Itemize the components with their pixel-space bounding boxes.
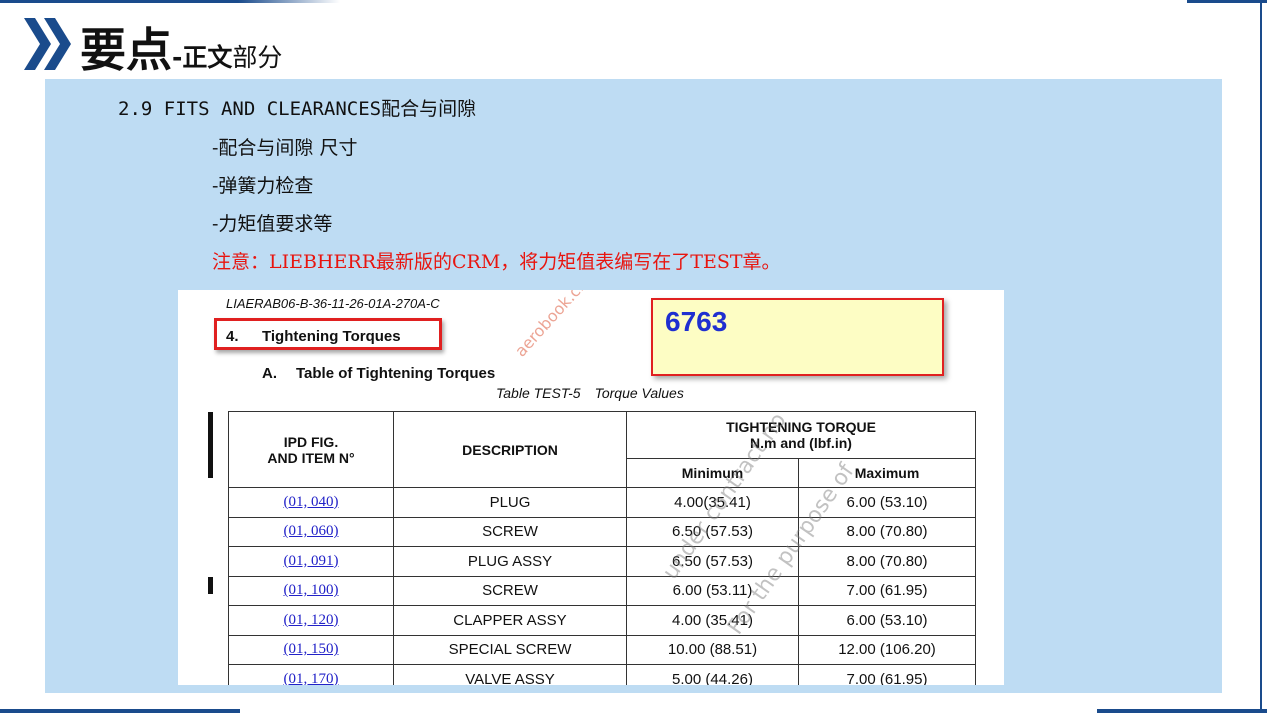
warning-note: 注意：LIEBHERR最新版的CRM，将力矩值表编写在了TEST章。: [212, 251, 781, 273]
header-ipd-line2: AND ITEM N°: [267, 449, 355, 466]
header-ipd-line1: IPD FIG.: [283, 433, 339, 450]
slide-title: 要点-正文部分: [80, 14, 282, 80]
minimum-cell: 4.00 (35.41): [626, 605, 799, 636]
minimum-cell: 5.00 (44.26): [626, 664, 799, 685]
minimum-cell: 10.00 (88.51): [626, 634, 799, 665]
title-sub-rest: 部分: [232, 43, 283, 72]
description-cell: SCREW: [393, 575, 627, 606]
section-number: 4.: [226, 328, 239, 345]
header-description: DESCRIPTION: [393, 411, 627, 488]
subsection-title: Table of Tightening Torques: [296, 365, 496, 382]
revision-bar: [208, 412, 213, 478]
header-ipd: IPD FIG. AND ITEM N°: [228, 411, 394, 488]
minimum-cell: 6.50 (57.53): [626, 546, 799, 577]
caption-title: Torque Values: [594, 385, 684, 401]
minimum-cell: 6.50 (57.53): [626, 516, 799, 547]
description-cell: SCREW: [393, 516, 627, 547]
description-cell: CLAPPER ASSY: [393, 605, 627, 636]
revision-bar: [208, 577, 213, 594]
bullet-item: -配合与间隙 尺寸: [212, 137, 358, 159]
maximum-cell: 6.00 (53.10): [798, 487, 976, 518]
ipd-item-link[interactable]: (01, 060): [228, 516, 394, 547]
subsection-letter: A.: [262, 365, 277, 382]
title-sub: -正文: [172, 43, 233, 72]
ipd-item-link[interactable]: (01, 091): [228, 546, 394, 577]
bottom-accent-line-left: [0, 709, 240, 713]
section-heading: 2.9 FITS AND CLEARANCES配合与间隙: [118, 94, 476, 121]
manual-excerpt-image: LIAERAB06-B-36-11-26-01A-270A-C 4. Tight…: [178, 290, 1004, 685]
torque-table: IPD FIG. AND ITEM N° DESCRIPTION TIGHTEN…: [228, 411, 976, 685]
table-row: (01, 091) PLUG ASSY 6.50 (57.53) 8.00 (7…: [228, 546, 976, 577]
right-border-line: [1260, 0, 1262, 713]
ipd-item-link[interactable]: (01, 120): [228, 605, 394, 636]
top-accent-line: [0, 0, 340, 3]
sticky-note: 6763: [651, 298, 944, 376]
table-row: (01, 100) SCREW 6.00 (53.11) 7.00 (61.95…: [228, 575, 976, 606]
section-heading-latin: 2.9 FITS AND CLEARANCES: [118, 98, 382, 120]
table-caption: Table TEST-5 Torque Values: [496, 385, 698, 401]
watermark-text: aerobook.cn有错误请联系我: [508, 290, 667, 361]
minimum-cell: 6.00 (53.11): [626, 575, 799, 606]
top-accent-line-right: [1187, 0, 1267, 3]
description-cell: PLUG ASSY: [393, 546, 627, 577]
document-reference: LIAERAB06-B-36-11-26-01A-270A-C: [226, 296, 440, 311]
ipd-item-link[interactable]: (01, 100): [228, 575, 394, 606]
bullet-item: -力矩值要求等: [212, 213, 333, 235]
table-row: (01, 150) SPECIAL SCREW 10.00 (88.51) 12…: [228, 634, 976, 665]
table-row: (01, 120) CLAPPER ASSY 4.00 (35.41) 6.00…: [228, 605, 976, 636]
table-row: (01, 170) VALVE ASSY 5.00 (44.26) 7.00 (…: [228, 664, 976, 685]
description-cell: VALVE ASSY: [393, 664, 627, 685]
maximum-cell: 6.00 (53.10): [798, 605, 976, 636]
maximum-cell: 7.00 (61.95): [798, 575, 976, 606]
minimum-cell: 4.00(35.41): [626, 487, 799, 518]
bullet-item: -弹簧力检查: [212, 175, 314, 197]
header-torque-line1: TIGHTENING TORQUE: [726, 419, 876, 435]
ipd-item-link[interactable]: (01, 150): [228, 634, 394, 665]
caption-label: Table TEST-5: [496, 385, 581, 401]
ipd-item-link[interactable]: (01, 170): [228, 664, 394, 685]
description-cell: SPECIAL SCREW: [393, 634, 627, 665]
sticky-note-value: 6763: [665, 306, 728, 337]
table-row: (01, 060) SCREW 6.50 (57.53) 8.00 (70.80…: [228, 516, 976, 547]
ipd-item-link[interactable]: (01, 040): [228, 487, 394, 518]
maximum-cell: 12.00 (106.20): [798, 634, 976, 665]
table-row: (01, 040) PLUG 4.00(35.41) 6.00 (53.10): [228, 487, 976, 518]
maximum-cell: 8.00 (70.80): [798, 516, 976, 547]
section-heading-cjk: 配合与间隙: [381, 98, 477, 120]
title-main: 要点: [80, 23, 172, 77]
header-tightening-torque: TIGHTENING TORQUE N.m and (lbf.in): [626, 411, 976, 459]
maximum-cell: 7.00 (61.95): [798, 664, 976, 685]
header-minimum: Minimum: [626, 458, 799, 488]
section-title: Tightening Torques: [262, 328, 401, 345]
bottom-accent-line-right: [1097, 709, 1267, 713]
header-maximum: Maximum: [798, 458, 976, 488]
maximum-cell: 8.00 (70.80): [798, 546, 976, 577]
description-cell: PLUG: [393, 487, 627, 518]
header-torque-line2: N.m and (lbf.in): [750, 435, 852, 451]
double-chevron-icon: [24, 18, 71, 70]
